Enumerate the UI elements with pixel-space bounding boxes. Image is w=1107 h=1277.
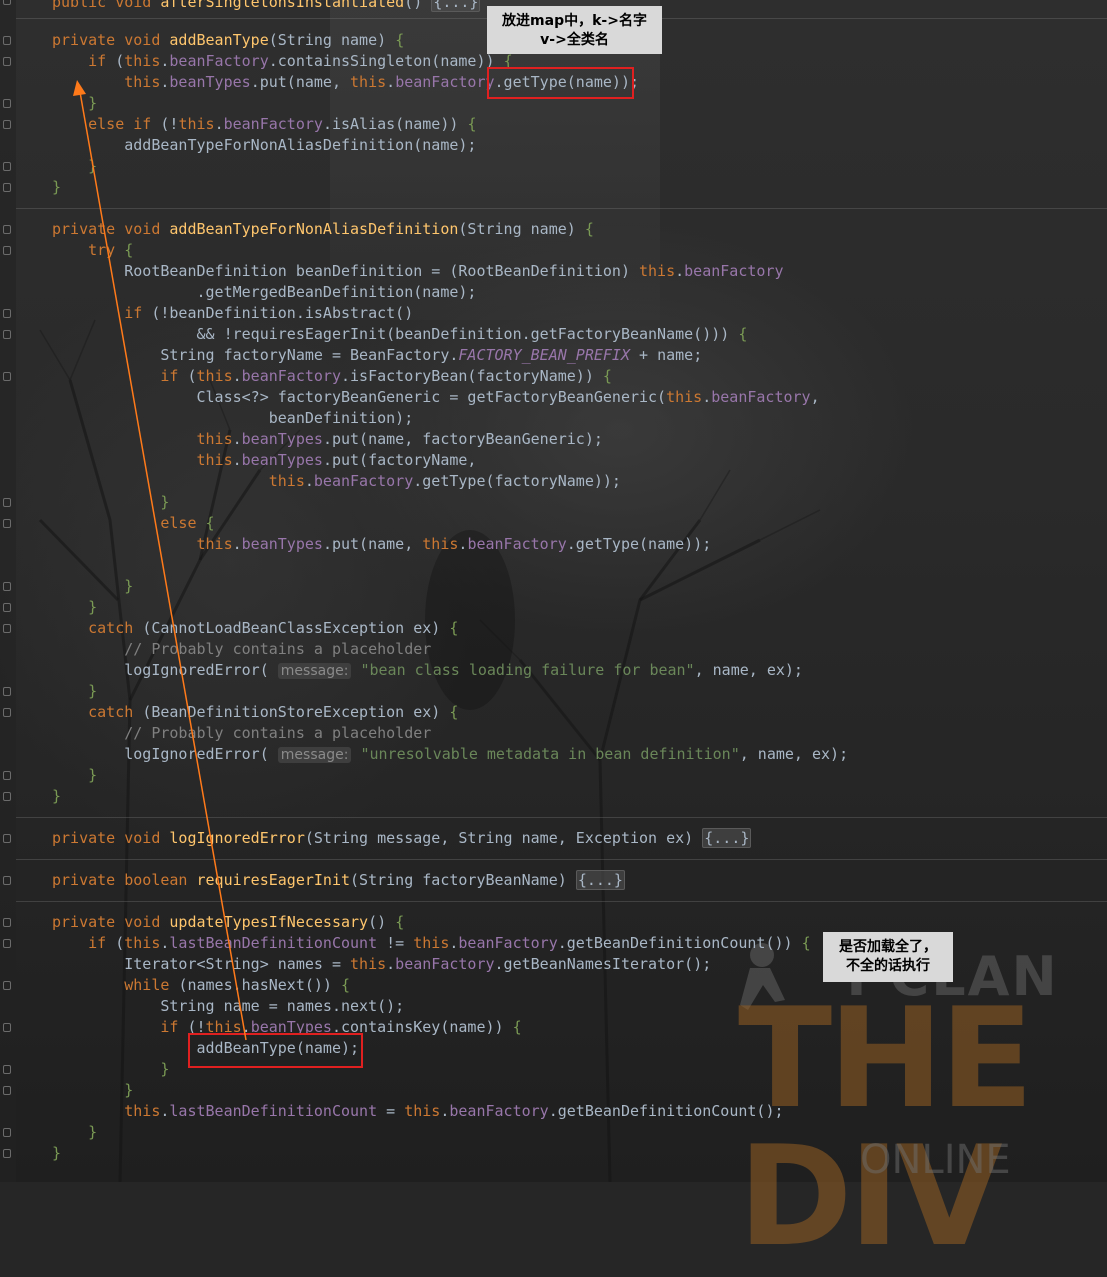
- note-load-line1: 是否加载全了，: [839, 939, 937, 955]
- note-put-line1: 放进map中，k->名字: [502, 13, 647, 29]
- note-load-line2: 不全的话执行: [846, 958, 930, 974]
- note-put-line2: v->全类名: [540, 32, 609, 48]
- note-loaded-check: 是否加载全了， 不全的话执行: [823, 932, 953, 982]
- note-put-into-map: 放进map中，k->名字 v->全类名: [487, 6, 662, 54]
- annotation-arrow: [73, 80, 247, 1041]
